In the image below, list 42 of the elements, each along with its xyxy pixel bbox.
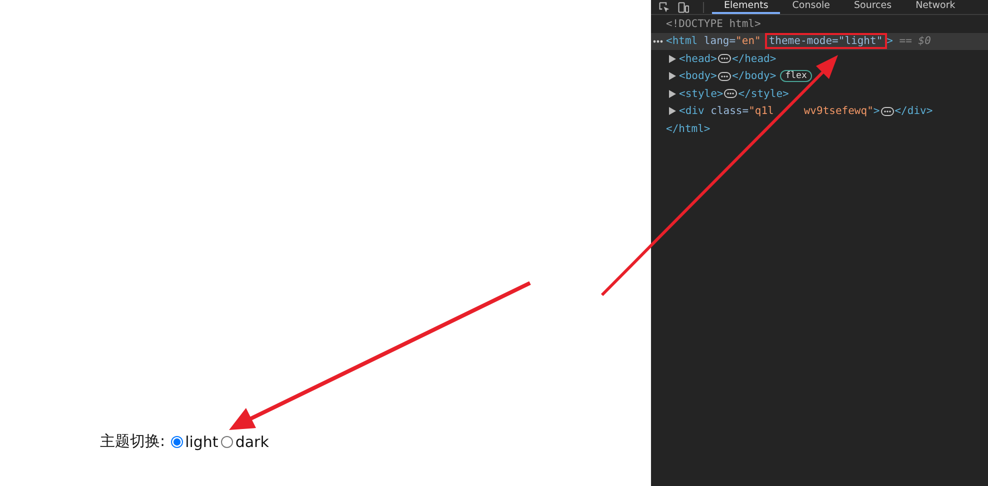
- collapsed-triangle-icon[interactable]: [669, 54, 676, 63]
- radio-label: light: [185, 432, 218, 450]
- collapsed-triangle-icon[interactable]: [669, 72, 676, 80]
- node-reference: == $0: [898, 35, 931, 48]
- more-icon[interactable]: [653, 40, 663, 43]
- theme-radio[interactable]: [221, 436, 234, 448]
- code-text: >: [873, 105, 880, 118]
- collapsed-triangle-icon[interactable]: [669, 107, 676, 116]
- code-text: wv9tsefewq": [804, 105, 874, 118]
- code-text: lang=: [702, 35, 736, 48]
- code-text: <head>: [679, 52, 717, 65]
- code-text: "en": [736, 35, 761, 48]
- flex-badge[interactable]: flex: [780, 70, 812, 82]
- code-text: <div: [679, 105, 704, 118]
- code-text: <!DOCTYPE html>: [666, 18, 761, 30]
- ellipsis-icon[interactable]: [718, 72, 731, 81]
- code-text: "q1l: [748, 105, 774, 118]
- collapsed-triangle-icon[interactable]: [669, 90, 676, 98]
- devtools-tab[interactable]: Elements: [712, 1, 780, 14]
- code-text: </style>: [738, 88, 789, 100]
- code-text: theme-mode=: [768, 35, 838, 48]
- theme-switch-label: 主题切换:: [100, 432, 166, 451]
- ellipsis-icon[interactable]: [724, 89, 738, 98]
- theme-radio[interactable]: [171, 436, 184, 448]
- code-text: <style>: [679, 88, 724, 100]
- inspect-icon[interactable]: [659, 2, 670, 13]
- code-text: </head>: [732, 52, 776, 65]
- code-text: <html: [666, 35, 698, 48]
- code-text: </div>: [894, 105, 933, 118]
- devtools-tab[interactable]: Console: [780, 1, 842, 14]
- device-icon[interactable]: [678, 2, 689, 13]
- code-text: class=: [710, 105, 749, 118]
- radio-label: dark: [235, 432, 269, 450]
- ellipsis-icon[interactable]: [880, 106, 894, 116]
- code-text: <body>: [679, 70, 717, 82]
- code-text: </html>: [666, 122, 710, 135]
- code-text: </body>: [732, 70, 776, 82]
- code-text: >: [886, 35, 893, 48]
- devtools-tab[interactable]: Network: [904, 1, 968, 14]
- code-text: "light": [838, 35, 883, 48]
- devtools-tab[interactable]: Sources: [842, 1, 904, 14]
- ellipsis-icon[interactable]: [718, 54, 731, 64]
